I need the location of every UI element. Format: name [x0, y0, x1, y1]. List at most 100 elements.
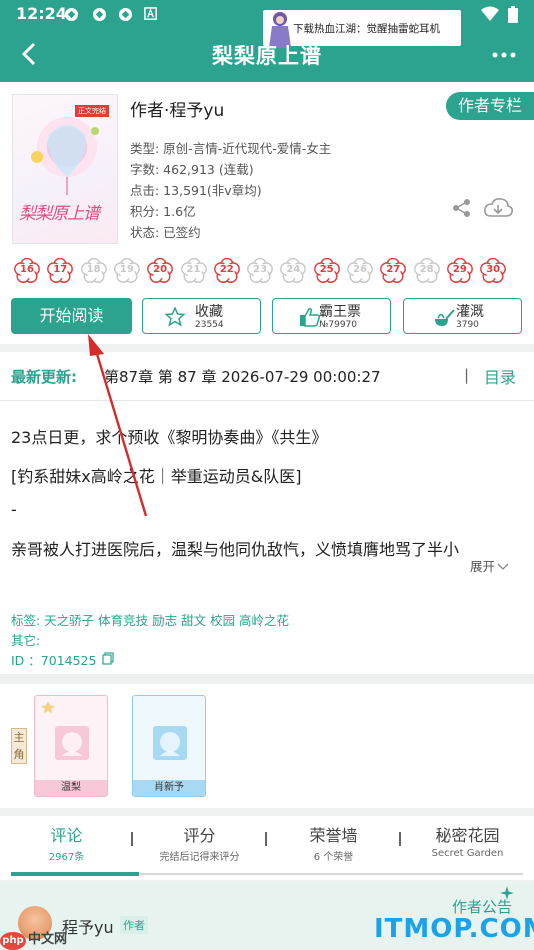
date-number: 23	[253, 264, 268, 275]
water-button[interactable]: 灌溉 3790	[403, 298, 522, 334]
cover-tag: 正文完结	[75, 105, 109, 117]
battery-icon	[508, 6, 518, 23]
tab-sub: 完结后记得来评分	[159, 852, 240, 863]
tab-sub: 6 个荣誉	[313, 852, 354, 863]
tab-sub: Secret Garden	[431, 848, 504, 859]
download-icon[interactable]	[483, 196, 513, 220]
author-column-button[interactable]: 作者专栏	[446, 92, 534, 120]
cover-title: 梨梨原上谱	[19, 204, 100, 224]
book-cover[interactable]: 正文完结 梨梨原上谱	[12, 94, 118, 244]
notification-icon	[92, 7, 107, 22]
tab-bar: 评论 2967条 评分完结后记得来评分 荣誉墙 6 个荣誉 秘密花园 Secret G…	[0, 816, 534, 880]
expand-label: 展开	[470, 559, 496, 574]
intro-line: -	[11, 500, 17, 519]
watermark-php-text: 中文网	[28, 932, 68, 947]
ad-text: 下载热血江湖：觉醒抽雷蛇耳机	[293, 23, 440, 35]
role-tag: 主角	[11, 728, 27, 764]
tab-label: 荣誉墙	[309, 826, 358, 845]
wifi-icon	[481, 6, 499, 21]
more-icon[interactable]	[492, 52, 516, 58]
tab-comments[interactable]: 评论 2967条	[0, 822, 133, 863]
a-icon	[144, 7, 157, 20]
date-number: 19	[119, 264, 134, 275]
water-count: 3790	[456, 320, 479, 330]
tag-list[interactable]: 标签: 天之骄子 体育竞技 励志 甜文 校园 高岭之花	[11, 610, 289, 629]
date-flower: 18	[80, 257, 107, 284]
book-clicks: 点击: 13,591(非v章均)	[130, 183, 262, 198]
date-number: 18	[86, 264, 101, 275]
date-flower: 16	[14, 257, 40, 284]
page-title: 梨梨原上谱	[212, 44, 322, 68]
date-number: 29	[452, 264, 467, 275]
date-number: 27	[386, 264, 401, 275]
watermark-php: php 中文网	[0, 928, 67, 950]
latest-update-label: 最新更新:	[11, 368, 77, 386]
book-points: 积分: 1.6亿	[130, 204, 196, 219]
date-flower: 22	[213, 257, 240, 284]
date-number: 25	[319, 264, 334, 275]
notification-icon	[118, 7, 133, 22]
tab-label: 秘密花园	[435, 826, 500, 845]
date-number: 22	[219, 264, 234, 275]
star-badge-icon	[41, 701, 55, 714]
date-flower: 29	[447, 257, 473, 284]
share-icon[interactable]	[452, 198, 472, 218]
date-flower: 25	[313, 257, 340, 284]
ticket-label: 霸王票	[319, 304, 361, 320]
tab-honor-wall[interactable]: 荣誉墙 6 个荣誉	[267, 822, 400, 863]
date-flower: 26	[347, 257, 373, 284]
author-name[interactable]: 程予yu	[62, 914, 114, 938]
app-bar: 12:24 下载热血江湖：觉醒抽雷蛇耳机 梨梨原上谱	[0, 0, 534, 82]
date-number: 24	[286, 264, 301, 275]
author-notice-section: 程予yu 作者 作者公告 php 中文网 ITMOP.COM	[0, 882, 534, 950]
water-label: 灌溉	[456, 304, 484, 320]
author-name[interactable]: 作者·程予yu	[130, 96, 224, 121]
date-flower: 24	[280, 257, 307, 284]
other-info: 其它:	[11, 633, 41, 648]
watering-can-icon	[435, 309, 455, 326]
character-name: 肖新予	[133, 780, 205, 796]
status-time: 12:24	[16, 4, 67, 23]
favorite-count: 23554	[195, 320, 224, 330]
tab-underline	[139, 873, 523, 875]
date-number: 26	[353, 264, 367, 275]
update-calendar: 16 17 18 19 20 21 22 23 24 25 26 27 28 29 30	[14, 257, 534, 284]
watermark-php-badge: php	[0, 932, 26, 950]
expand-button[interactable]: 展开	[470, 556, 509, 575]
intro-line: 亲哥被人打进医院后，温梨与他同仇敌忾，义愤填膺地骂了半小	[11, 540, 460, 559]
notification-icon	[64, 7, 79, 22]
character-section: 主角 温梨 肖新予	[0, 684, 534, 808]
date-flower: 19	[114, 257, 140, 284]
book-id: ID ：7014525	[11, 650, 115, 669]
character-card[interactable]: 温梨	[34, 695, 108, 797]
date-flower: 23	[247, 257, 273, 284]
tab-label: 评分	[183, 826, 216, 845]
chevron-down-icon	[497, 563, 509, 570]
author-badge: 作者	[120, 916, 148, 934]
table-of-contents-link[interactable]: 目录	[484, 364, 516, 388]
favorite-button[interactable]: 收藏 23554	[142, 298, 261, 334]
tab-rating[interactable]: 评分完结后记得来评分	[133, 822, 266, 863]
character-avatar	[55, 726, 89, 760]
ticket-button[interactable]: 霸王票 №79970	[272, 298, 391, 334]
tab-sub: 2967条	[48, 852, 85, 863]
start-reading-button[interactable]: 开始阅读	[11, 298, 132, 334]
copy-icon[interactable]	[102, 652, 115, 665]
ticket-count: №79970	[319, 320, 357, 330]
book-id-text: ID ：7014525	[11, 653, 97, 668]
date-number: 16	[20, 264, 34, 275]
date-number: 30	[486, 264, 501, 275]
annotation-arrow	[88, 334, 148, 517]
sparkle-icon	[500, 886, 514, 900]
tab-indicator	[11, 872, 139, 876]
date-number: 21	[186, 264, 201, 275]
character-avatar	[153, 726, 187, 760]
tab-label: 评论	[50, 826, 83, 845]
book-status: 状态: 已签约	[130, 225, 201, 240]
character-name: 温梨	[35, 780, 107, 796]
date-number: 20	[153, 264, 168, 275]
thumb-up-icon	[300, 308, 321, 327]
star-icon	[165, 307, 185, 327]
tab-secret-garden[interactable]: 秘密花园 Secret Garden	[401, 822, 534, 859]
character-card[interactable]: 肖新予	[132, 695, 206, 797]
